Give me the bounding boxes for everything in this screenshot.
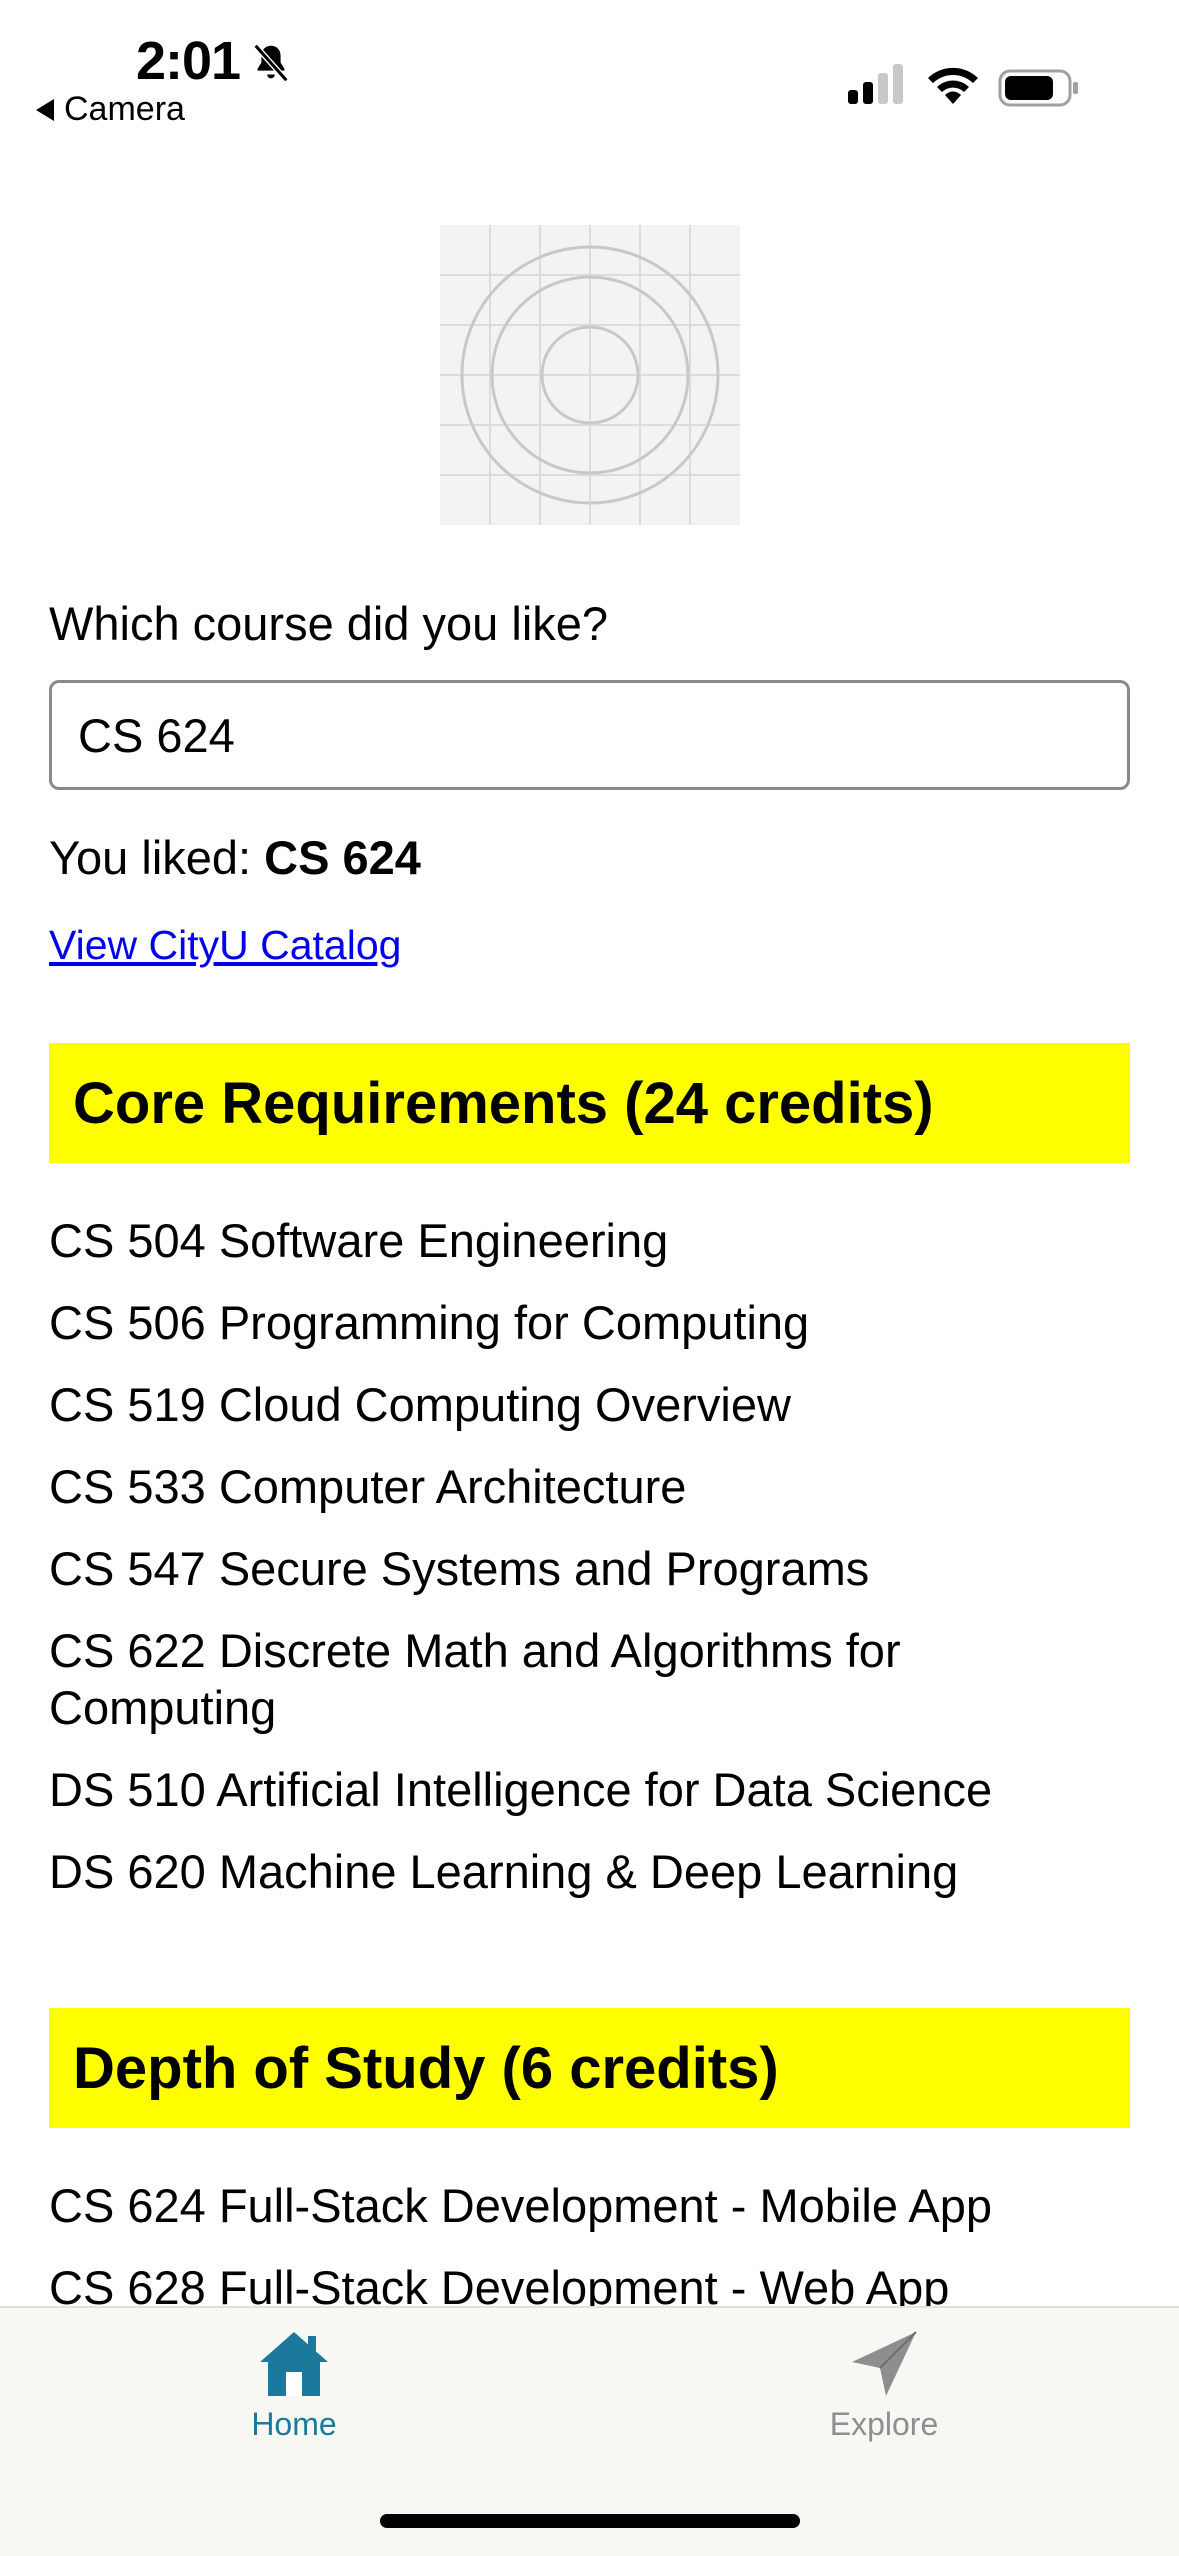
core-requirements-header: Core Requirements (24 credits)	[49, 1043, 1130, 1163]
view-catalog-link[interactable]: View CityU Catalog	[49, 922, 401, 969]
status-time: 2:01	[136, 31, 241, 91]
send-arrow-icon	[852, 2331, 917, 2396]
placeholder-image	[440, 225, 740, 525]
status-bar: 2:01 Camera	[0, 0, 1179, 140]
back-to-camera-button[interactable]: Camera	[36, 90, 185, 129]
course-item: CS 504 Software Engineering	[49, 1214, 669, 1267]
depth-of-study-header: Depth of Study (6 credits)	[49, 2008, 1130, 2128]
course-item: DS 510 Artificial Intelligence for Data …	[49, 1763, 993, 1816]
tab-explore-label: Explore	[829, 2406, 939, 2442]
course-item: CS 547 Secure Systems and Programs	[49, 1542, 870, 1595]
back-app-label: Camera	[64, 90, 185, 128]
tab-explore[interactable]: Explore	[784, 2328, 984, 2443]
liked-course-value: CS 624	[264, 831, 421, 884]
question-label: Which course did you like?	[49, 597, 609, 650]
course-item: CS 624 Full-Stack Development - Mobile A…	[49, 2179, 993, 2232]
course-item: CS 519 Cloud Computing Overview	[49, 1378, 791, 1431]
course-item: DS 620 Machine Learning & Deep Learning	[49, 1845, 959, 1898]
home-icon	[260, 2332, 328, 2396]
core-course-list: CS 504 Software Engineering CS 506 Progr…	[49, 1212, 1109, 1925]
course-item: CS 533 Computer Architecture	[49, 1460, 687, 1513]
course-item: CS 622 Discrete Math and Algorithms for …	[49, 1624, 901, 1734]
liked-course-text: You liked: CS 624	[49, 830, 421, 885]
tab-home-label: Home	[251, 2406, 337, 2442]
wifi-icon	[928, 67, 978, 104]
tab-bar: Home Explore	[0, 2306, 1179, 2556]
liked-prefix: You liked:	[49, 831, 265, 884]
cellular-signal-icon	[848, 64, 903, 104]
course-item: CS 506 Programming for Computing	[49, 1296, 810, 1349]
home-indicator	[380, 2514, 800, 2528]
tab-home[interactable]: Home	[194, 2328, 394, 2443]
back-arrow-icon	[36, 98, 54, 121]
course-input[interactable]	[49, 680, 1130, 790]
battery-icon	[998, 69, 1078, 107]
bell-muted-icon	[253, 43, 289, 83]
